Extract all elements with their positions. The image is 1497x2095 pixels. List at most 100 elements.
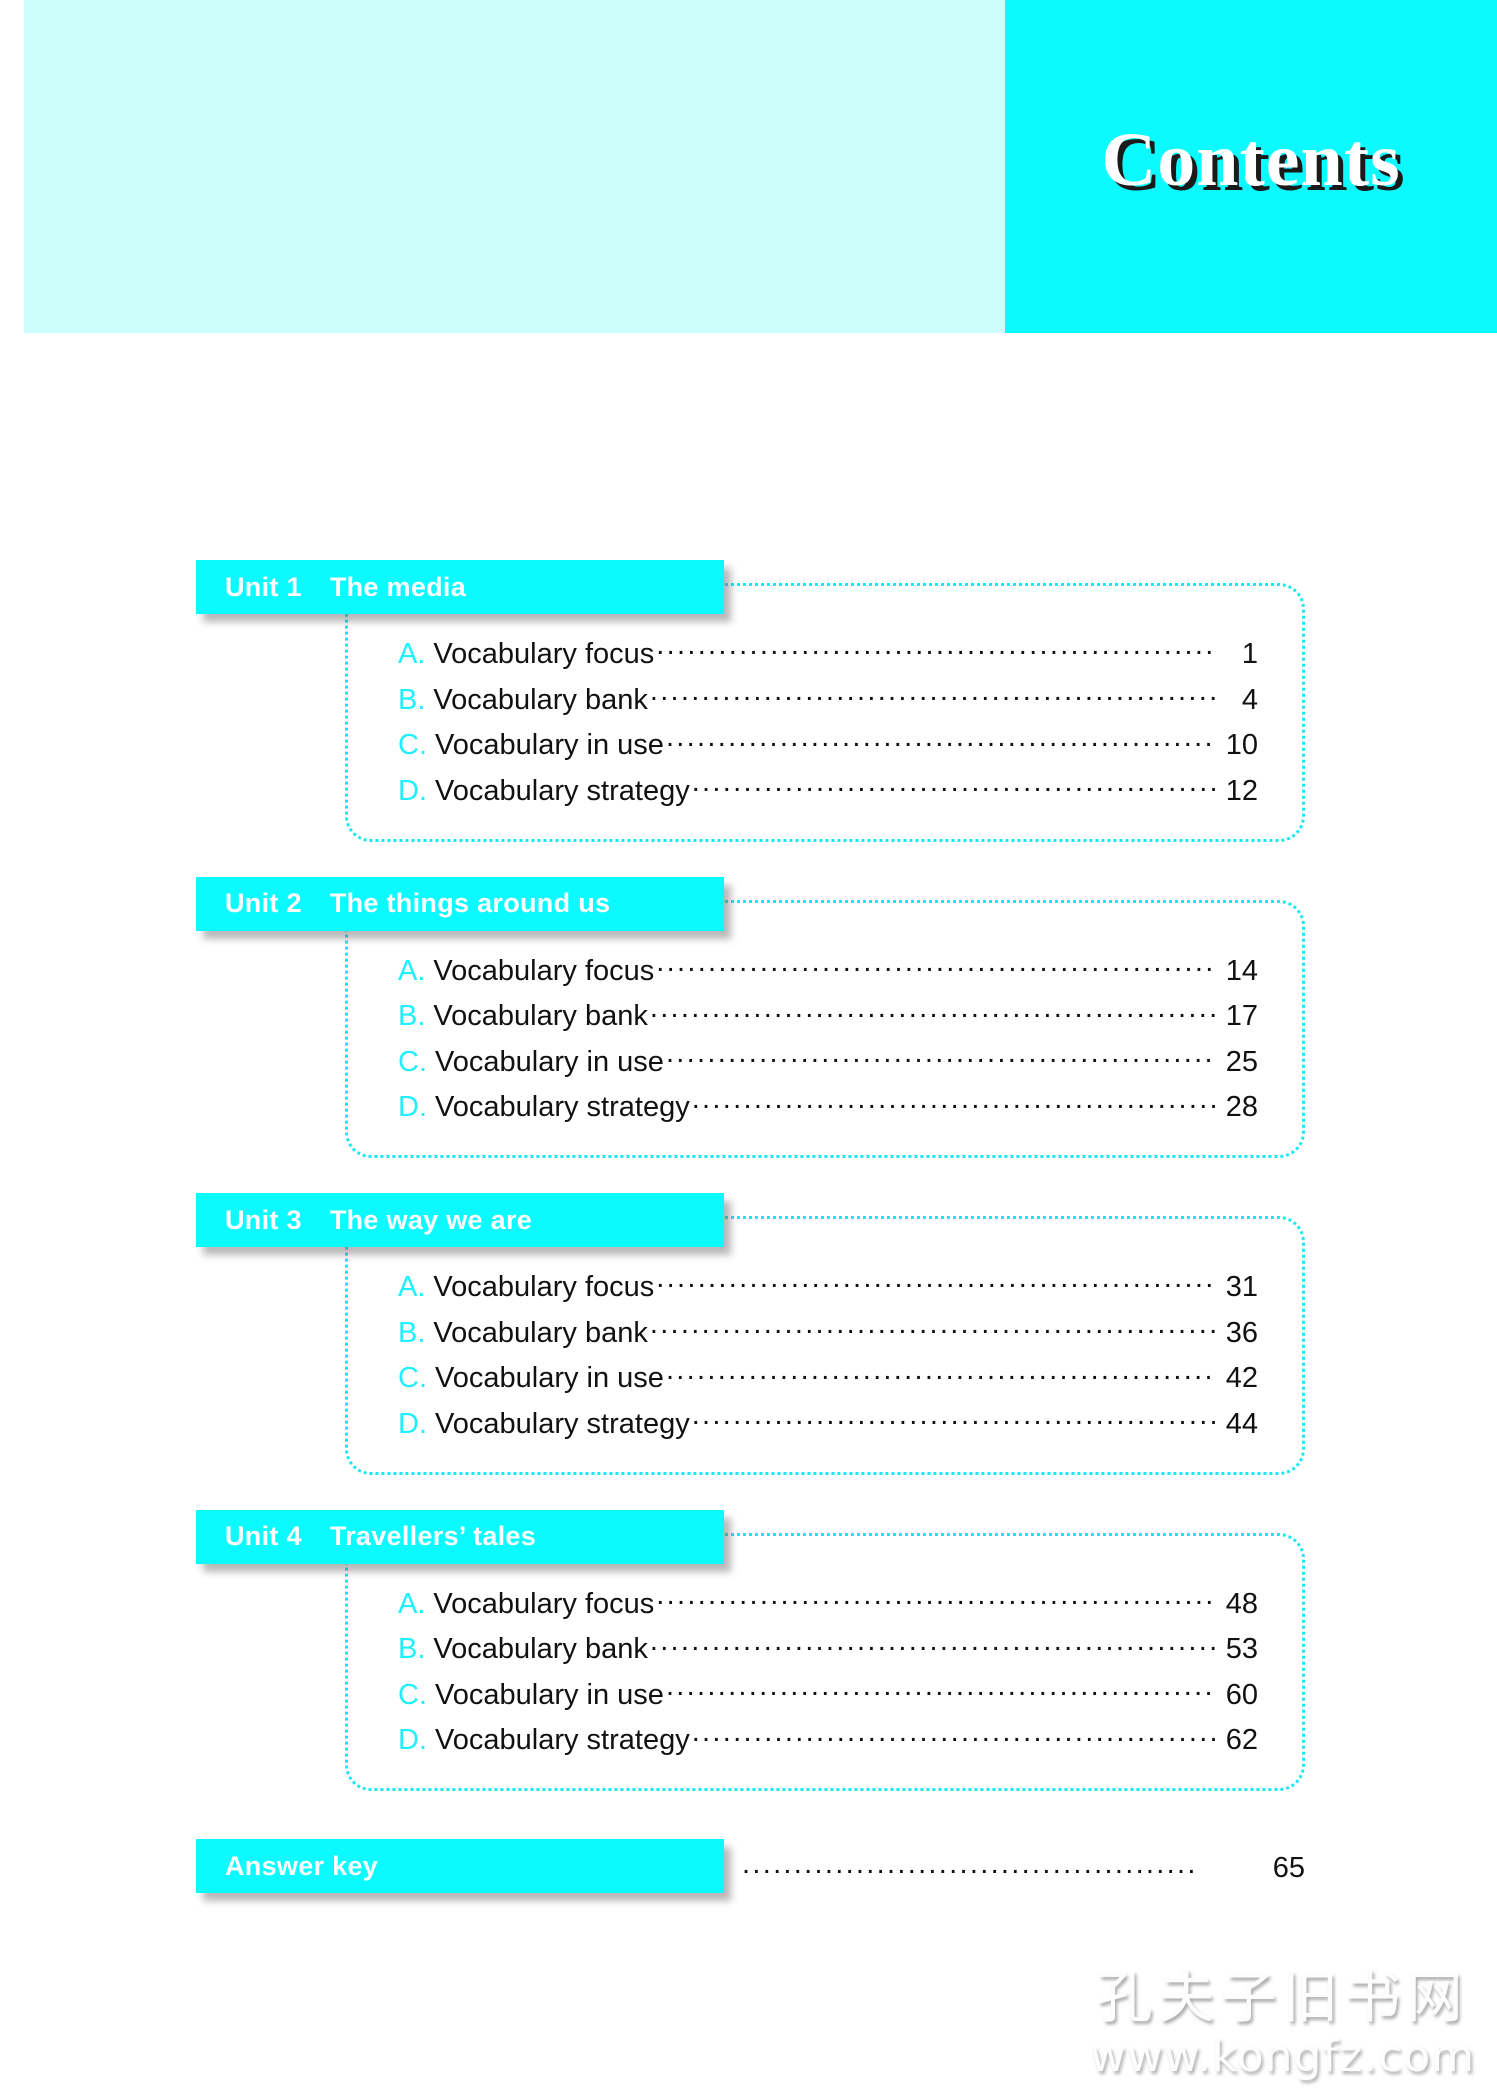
entry-page-number: 1 xyxy=(1241,638,1258,670)
toc-entry[interactable]: C.Vocabulary in use 10 xyxy=(398,721,1258,767)
dot-leader xyxy=(650,680,1216,709)
entry-list: A.Vocabulary focus 31 B.Vocabulary bank 36 C… xyxy=(348,1263,1302,1446)
dot-leader xyxy=(650,996,1216,1025)
dot-leader xyxy=(692,1720,1216,1749)
toc-section: Unit 2 The things around us A. Vocabulary f… xyxy=(0,876,1497,1158)
toc-entry[interactable]: B.Vocabulary bank 36 xyxy=(398,1309,1258,1355)
unit-entries-box: A.Vocabulary focus 14 B.Vocabulary bank 17 C… xyxy=(345,899,1305,1158)
toc-entry[interactable]: B.Vocabulary bank 17 xyxy=(398,992,1258,1038)
entry-label: Vocabulary in use xyxy=(435,1045,664,1078)
entry-page-number: 44 xyxy=(1225,1407,1258,1440)
answer-key-banner[interactable]: Answer key xyxy=(196,1839,724,1893)
unit-banner[interactable]: Unit 4 Travellers’ tales xyxy=(196,1509,724,1564)
toc-section: Unit 1The mediaA.Vocabulary focus1B.Voca… xyxy=(0,560,1497,842)
entry-list: A.Vocabulary focus 14 B.Vocabulary bank 17 C… xyxy=(348,947,1302,1130)
toc-entry[interactable]: D.Vocabulary strategy 28 xyxy=(398,1083,1258,1129)
entry-list: A.Vocabulary focus 1 B.Vocabulary bank 4 C.V… xyxy=(348,630,1302,813)
dot-leader xyxy=(656,951,1216,980)
unit-entries-box: A.Vocabulary focus 1 B.Vocabulary bank 4 C.V… xyxy=(345,583,1305,842)
entry-letter: C. xyxy=(398,729,427,762)
page-title: Contents xyxy=(1101,118,1401,202)
watermark: 孔夫子旧书网 www.kongfz.com xyxy=(1089,1965,1475,2082)
unit-banner[interactable]: Unit 1 The media xyxy=(196,560,724,614)
toc-entry[interactable]: A.Vocabulary focus 1 xyxy=(398,630,1258,676)
entry-label: Vocabulary strategy xyxy=(435,1407,690,1440)
entry-page-number: 4 xyxy=(1241,683,1258,716)
unit-title: The way we are xyxy=(329,1204,533,1235)
entry-label: Vocabulary bank xyxy=(433,683,648,716)
dot-leader xyxy=(666,1358,1216,1387)
entry-page-number: 12 xyxy=(1225,774,1258,807)
dot-leader xyxy=(666,1675,1216,1704)
unit-title: Travellers’ tales xyxy=(329,1521,537,1551)
toc-entry[interactable]: C.Vocabulary in use 60 xyxy=(398,1671,1258,1717)
answer-key-dot-leader: ........................................… xyxy=(742,1849,1305,1883)
answer-key-label: Answer key xyxy=(225,1850,379,1881)
entry-label: Vocabulary focus xyxy=(433,1271,655,1303)
entry-letter: B. xyxy=(398,1633,426,1666)
entry-page-number: 25 xyxy=(1225,1045,1258,1078)
toc-entry[interactable]: B.Vocabulary bank 53 xyxy=(398,1625,1258,1671)
entry-page-number: 48 xyxy=(1225,1587,1258,1620)
entry-page-number: 14 xyxy=(1225,954,1258,987)
entry-label: Vocabulary focus xyxy=(433,638,655,670)
dot-leader xyxy=(692,1087,1216,1116)
page-header-band: Contents xyxy=(24,0,1497,333)
entry-letter: A. xyxy=(398,1271,426,1303)
entry-label: Vocabulary bank xyxy=(433,1633,648,1666)
entry-page-number: 17 xyxy=(1225,1000,1258,1033)
unit-banner[interactable]: Unit 3 The way we are xyxy=(196,1193,724,1247)
toc-entry[interactable]: A.Vocabulary focus 31 xyxy=(398,1263,1258,1309)
entry-letter: A. xyxy=(398,954,426,987)
toc-entry[interactable]: B.Vocabulary bank 4 xyxy=(398,676,1258,722)
entry-letter: C. xyxy=(398,1045,427,1078)
dot-leader xyxy=(666,1042,1216,1071)
unit-banner[interactable]: Unit 2 The things around us xyxy=(196,876,724,931)
entry-letter: D. xyxy=(398,1407,427,1440)
toc-entry[interactable]: D.Vocabulary strategy 62 xyxy=(398,1716,1258,1762)
entry-label: Vocabulary bank xyxy=(433,1316,648,1349)
toc-entry[interactable]: A.Vocabulary focus 14 xyxy=(398,947,1258,993)
unit-label: Unit 4 xyxy=(225,1521,302,1551)
unit-entries-box: A.Vocabulary focus 31 B.Vocabulary bank 36 C… xyxy=(345,1216,1305,1475)
entry-label: Vocabulary strategy xyxy=(435,774,690,807)
dot-leader xyxy=(656,1267,1216,1296)
entry-label: Vocabulary strategy xyxy=(435,1091,690,1124)
watermark-chinese-text: 孔夫子旧书网 xyxy=(1096,1965,1469,2031)
dot-leader xyxy=(692,771,1216,800)
entry-label: Vocabulary strategy xyxy=(435,1724,690,1757)
dot-leader xyxy=(650,1313,1216,1342)
entry-letter: D. xyxy=(398,774,427,807)
entry-page-number: 31 xyxy=(1225,1271,1258,1303)
entry-letter: B. xyxy=(398,1316,426,1349)
header-band-light xyxy=(24,0,1005,333)
entry-page-number: 53 xyxy=(1225,1633,1258,1666)
dot-leader xyxy=(656,1584,1216,1613)
unit-title: The things around us xyxy=(329,888,611,918)
answer-key-row[interactable]: Answer key..............................… xyxy=(0,1839,1497,1893)
answer-key-dots: ........................................… xyxy=(742,1849,1198,1880)
toc-entry[interactable]: C.Vocabulary in use 25 xyxy=(398,1038,1258,1084)
toc-entry[interactable]: D.Vocabulary strategy 12 xyxy=(398,767,1258,813)
toc-entry[interactable]: C.Vocabulary in use 42 xyxy=(398,1354,1258,1400)
toc-entry[interactable]: D.Vocabulary strategy 44 xyxy=(398,1400,1258,1446)
entry-letter: D. xyxy=(398,1091,427,1124)
entry-letter: B. xyxy=(398,683,426,716)
watermark-url-text: www.kongfz.com xyxy=(1089,2030,1475,2082)
unit-label: Unit 1 xyxy=(225,571,302,602)
entry-page-number: 36 xyxy=(1225,1316,1258,1349)
toc-entry[interactable]: A.Vocabulary focus 48 xyxy=(398,1580,1258,1626)
entry-label: Vocabulary focus xyxy=(433,954,655,987)
entry-page-number: 60 xyxy=(1225,1678,1258,1711)
entry-letter: C. xyxy=(398,1362,427,1395)
table-of-contents: Unit 1The mediaA.Vocabulary focus1B.Voca… xyxy=(0,560,1497,1893)
toc-section: Unit 4 Travellers’ tales A. Vocabulary focu… xyxy=(0,1509,1497,1791)
entry-letter: D. xyxy=(398,1724,427,1757)
dot-leader xyxy=(650,1629,1216,1658)
entry-page-number: 62 xyxy=(1225,1724,1258,1757)
entry-label: Vocabulary in use xyxy=(435,1362,664,1395)
entry-page-number: 28 xyxy=(1225,1091,1258,1124)
entry-page-number: 42 xyxy=(1225,1362,1258,1395)
answer-key-page-number: 65 xyxy=(1262,1852,1305,1883)
toc-section: Unit 3 The way we are A.Vocabulary focus 31… xyxy=(0,1193,1497,1475)
